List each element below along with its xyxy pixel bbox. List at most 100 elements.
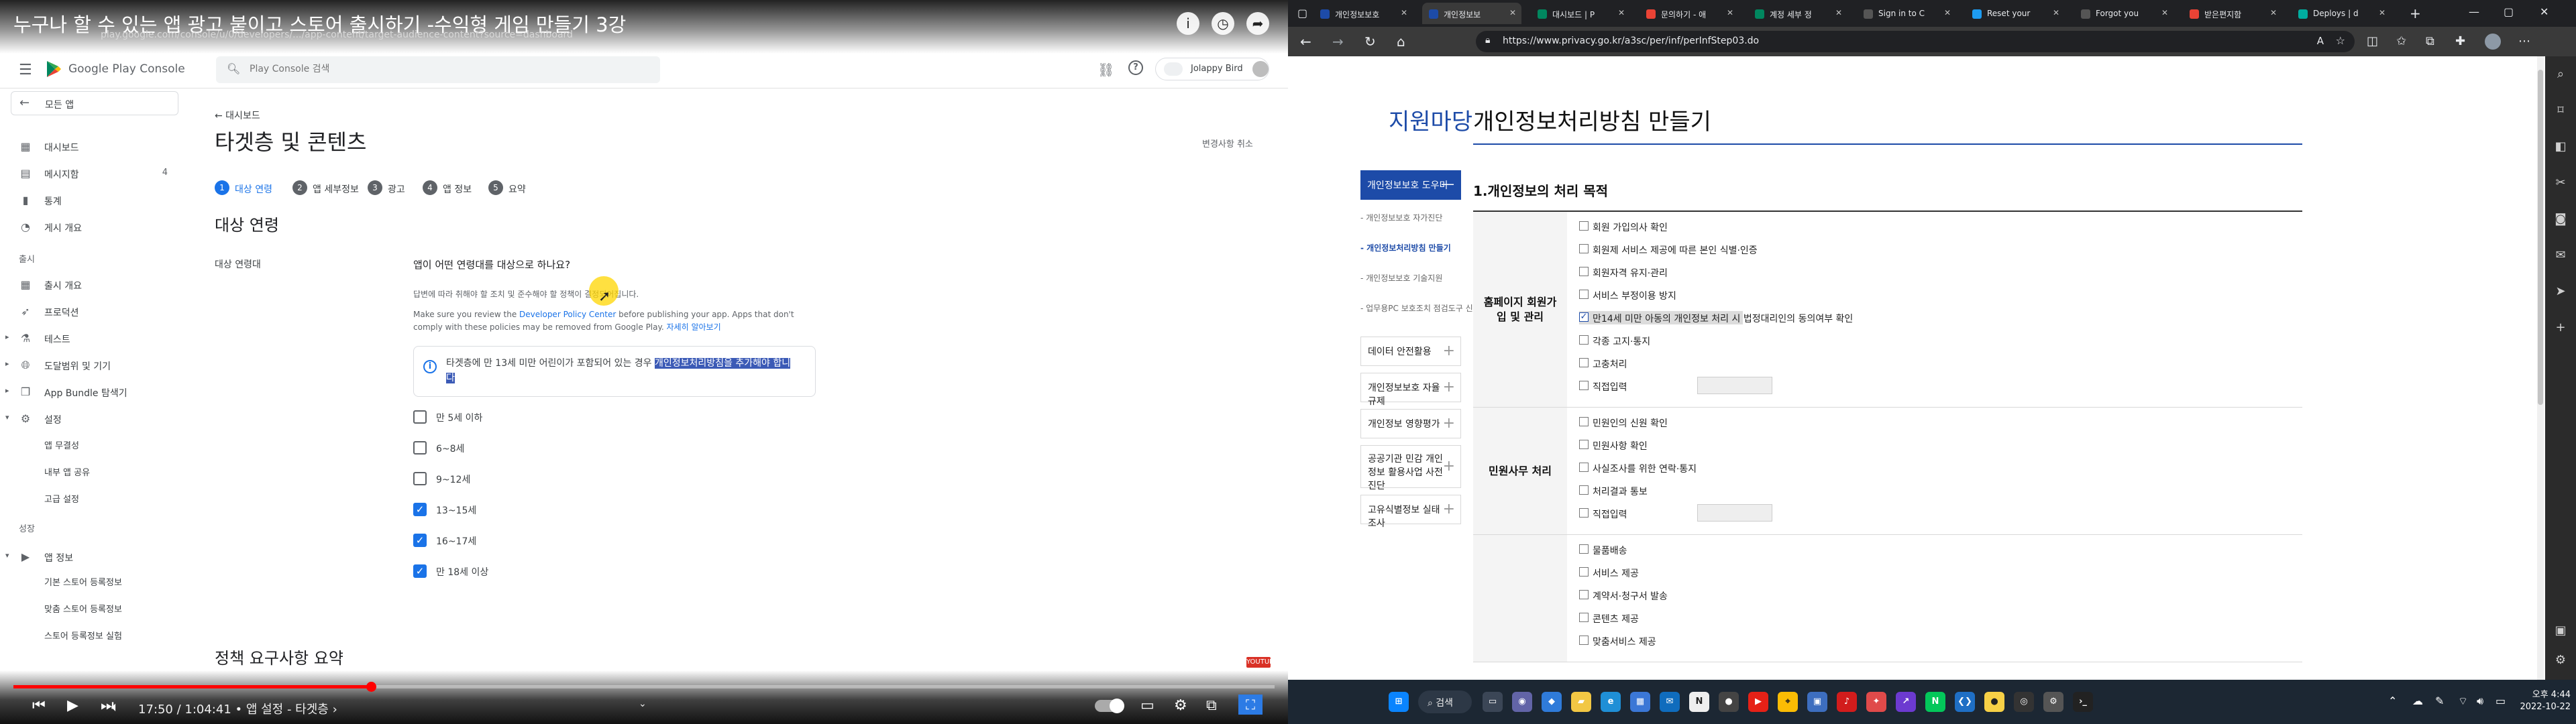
video-scrubber[interactable] [366,682,376,692]
checkbox[interactable] [1579,358,1589,367]
back-icon[interactable]: ← [1300,34,1311,50]
sidebar-subitem[interactable]: 내부 앱 공유 [44,465,90,478]
clock-icon[interactable]: ◷ [1212,12,1234,35]
checkbox[interactable] [413,472,427,485]
profile-icon[interactable] [2485,34,2501,50]
sidebar-subitem[interactable]: 고급 설정 [44,492,79,505]
sidebar-item[interactable]: ▾ ⚙ 설정 [0,408,181,430]
favorites-bar-icon[interactable]: ✩ [2396,34,2406,48]
youtube-player[interactable]: ☰ Google Play Console 🔍︎ ⛓ ? Jolappy Bir… [0,0,1288,724]
checkbox[interactable] [1579,381,1589,390]
option-row[interactable]: 회원제 서비스 제공에 따른 본인 식별·인증 [1579,243,1780,256]
checkbox[interactable] [1579,508,1589,518]
sidebar-item[interactable]: ▸ ❒ App Bundle 탐색기 [0,381,181,404]
checkbox[interactable] [1579,567,1589,577]
option-row[interactable]: 각종 고지·통지 [1579,334,1780,347]
step-label[interactable]: 요약 [508,182,526,196]
checkbox-checked[interactable]: ✓ [413,503,427,516]
taskbar-search[interactable]: ⌕ 검색 [1418,690,1472,713]
kakao-icon[interactable]: ● [1984,692,2004,712]
browser-tab[interactable]: 계정 세부 정 ✕ [1748,3,1847,24]
url-input[interactable] [1503,36,2241,46]
edge-icon[interactable]: e [1601,692,1621,712]
close-icon[interactable]: ✕ [1618,8,1625,17]
checkbox[interactable] [1579,463,1589,472]
stock-icon[interactable]: ↗ [1896,692,1916,712]
collections-icon[interactable]: ⧉ [2426,34,2434,48]
pen-icon[interactable]: ✎ [2435,695,2444,707]
lock-icon[interactable]: 🔒︎ [1485,35,1490,46]
checkbox[interactable] [1579,485,1589,495]
battery-icon[interactable]: ▭ [2496,695,2506,707]
extensions-icon[interactable]: ✚ [2455,34,2465,48]
sidebar-item[interactable]: ▸ ⚗ 테스트 [0,327,181,350]
scrollbar-thumb[interactable] [2538,70,2543,405]
fullscreen-icon[interactable]: ⛶ [1238,695,1263,715]
store-icon[interactable]: ▦ [1630,692,1650,712]
side-subitem[interactable]: - 개인정보보호 자가진단 [1360,212,1442,223]
browser-tab[interactable]: 개인정보보 ✕ [1422,3,1521,24]
side-subitem[interactable]: - 개인정보처리방침 만들기 [1360,242,1451,253]
age-option[interactable]: ✓ 만 18세 이상 [413,562,682,581]
new-tab-button[interactable]: + [2410,5,2421,21]
side-menu-item[interactable]: 공공기관 민감 개인정보 활용사업 사전진단 + [1360,445,1461,491]
option-row[interactable]: 회원 가입의사 확인 [1579,220,1780,233]
option-row[interactable]: 고충처리 [1579,357,1780,370]
age-option[interactable]: ✓ 16~17세 [413,531,682,550]
refresh-icon[interactable]: ↻ [1364,34,1376,50]
checkbox-checked[interactable]: ✓ [413,564,427,578]
sidebar-subitem[interactable]: 앱 무결성 [44,438,79,451]
discard-changes-button[interactable]: 변경사항 취소 [1202,137,1253,149]
page-scrollbar[interactable] [2537,56,2544,680]
side-menu-active[interactable]: 개인정보보호 도우미 — [1360,170,1461,200]
mail-icon[interactable]: ✉ [1660,692,1680,712]
favorite-icon[interactable]: ☆ [2336,34,2345,47]
checkbox[interactable] [1579,244,1589,253]
close-icon[interactable]: ✕ [1509,8,1516,17]
volume-icon[interactable]: 🔈︎ [111,699,119,715]
option-row[interactable]: 회원자격 유지·관리 [1579,265,1780,279]
youtube-icon[interactable]: ▶ [1748,692,1768,712]
taskview-icon[interactable]: ▭ [1483,692,1503,712]
play-icon[interactable]: ▶ [67,697,78,714]
search-icon[interactable]: ⌕ [2553,67,2568,81]
browser-tab[interactable]: Sign in to C ✕ [1857,3,1956,24]
side-menu-item[interactable]: 데이터 안전활용 + [1360,337,1461,366]
forward-icon[interactable]: → [1332,34,1344,50]
account-chip[interactable]: Jolappy Bird [1155,58,1269,80]
close-icon[interactable]: ✕ [2161,8,2168,17]
option-row[interactable]: 서비스 제공 [1579,566,1780,579]
settings-icon[interactable]: ⚙ [2043,692,2063,712]
close-icon[interactable]: ✕ [2540,5,2548,18]
sidebar-item[interactable]: ▸ 🌐︎ 도달범위 및 기기 [0,354,181,377]
prev-icon[interactable]: ⏮ [32,697,46,714]
spotify-icon[interactable]: ● [1719,692,1739,712]
add-icon[interactable]: + [2553,320,2568,335]
browser-tab[interactable]: Forgot you ✕ [2074,3,2174,24]
side-subitem[interactable]: - 업무용PC 보호조치 점검도구 신청 [1360,302,1481,314]
windows-icon[interactable]: ⊞ [1389,692,1409,712]
policy-center-link[interactable]: Developer Policy Center [519,310,616,319]
side-subitem[interactable]: - 개인정보보호 기술지원 [1360,272,1442,284]
subtitles-icon[interactable]: ▭ [1140,697,1155,714]
sidebar-subitem[interactable]: 맞춤 스토어 등록정보 [44,602,122,615]
checkbox[interactable] [1579,590,1589,599]
avatar[interactable] [1252,61,1269,77]
video-progress-bar[interactable] [13,682,1275,692]
close-icon[interactable]: ✕ [2053,8,2059,17]
step-label[interactable]: 대상 연령 [235,182,272,196]
option-row[interactable]: 서비스 부정이용 방지 [1579,288,1780,302]
checkbox[interactable] [1579,417,1589,426]
autoplay-toggle[interactable] [1095,699,1124,713]
explorer-icon[interactable]: ▰ [1571,692,1591,712]
console-search-input[interactable] [250,64,625,74]
youtube-music-icon[interactable]: ♪ [1837,692,1857,712]
checkbox-checked[interactable]: ✓ [1579,312,1589,322]
option-row[interactable]: 물품배송 [1579,543,1780,556]
breadcrumb[interactable]: ← 대시보드 [215,109,260,122]
more-icon[interactable]: ⋯ [2518,34,2530,48]
tools-icon[interactable]: ✂ [2553,176,2568,190]
option-row[interactable]: 민원인의 신원 확인 [1579,416,1780,429]
maps-icon[interactable]: ⌖ [1778,692,1798,712]
share-icon[interactable]: ➦ [1246,12,1269,35]
